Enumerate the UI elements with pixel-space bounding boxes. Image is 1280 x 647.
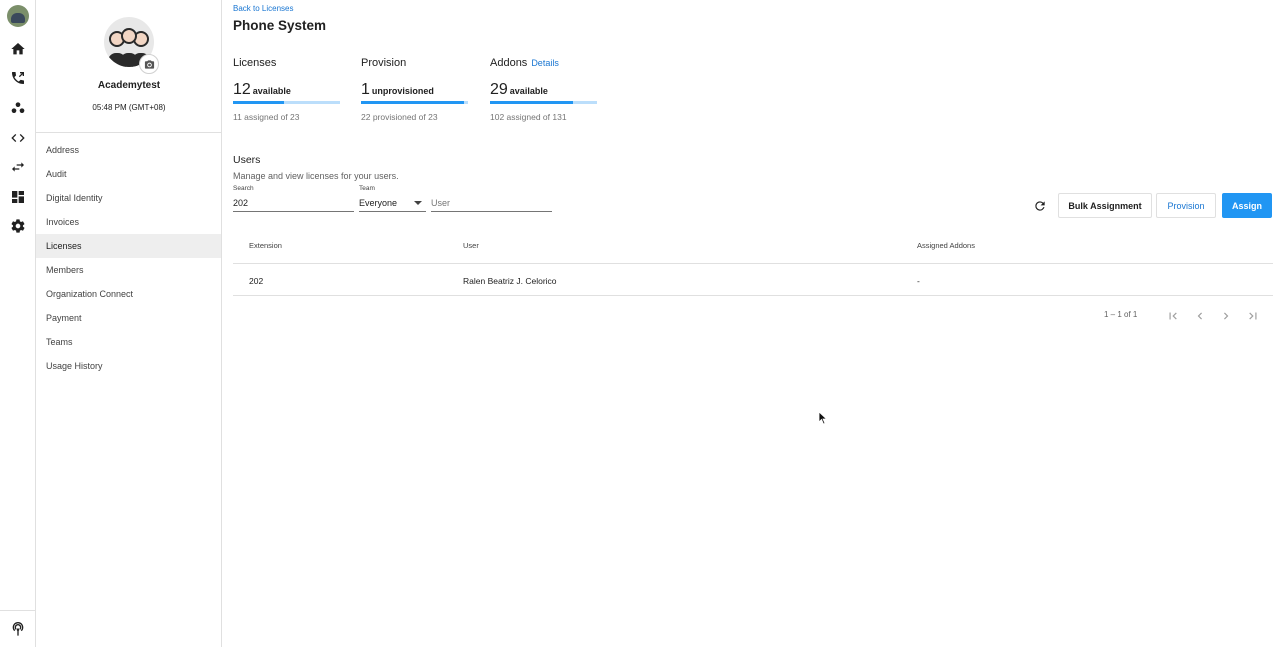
provision-stat: Provision 1 unprovisioned 22 provisioned … [361, 57, 469, 122]
phone-icon[interactable] [9, 69, 27, 87]
provision-progress [361, 101, 468, 104]
dropdown-arrow-icon[interactable] [414, 201, 422, 205]
users-title: Users [233, 154, 261, 166]
menu-item-usage-history[interactable]: Usage History [36, 354, 221, 378]
addons-progress [490, 101, 597, 104]
broadcast-icon[interactable] [9, 620, 27, 638]
menu-item-licenses[interactable]: Licenses [36, 234, 221, 258]
menu-item-address[interactable]: Address [36, 138, 221, 162]
column-header-user[interactable]: User [463, 241, 479, 250]
provision-value: 1 [361, 81, 370, 98]
addons-value: 29 [490, 81, 508, 98]
user-input[interactable]: User [431, 194, 552, 212]
menu-item-teams[interactable]: Teams [36, 330, 221, 354]
assign-button[interactable]: Assign [1222, 193, 1272, 218]
home-icon[interactable] [9, 40, 27, 58]
provision-unit: unprovisioned [371, 86, 434, 96]
team-label: Team [359, 185, 375, 192]
last-page-icon[interactable] [1245, 308, 1261, 324]
licenses-unit: available [252, 86, 291, 96]
team-value: Everyone [359, 198, 398, 208]
navigation-rail [0, 0, 36, 647]
mouse-cursor-icon [818, 411, 828, 425]
people-icon[interactable] [9, 99, 27, 117]
addons-label: Addons [490, 57, 528, 69]
users-description: Manage and view licenses for your users. [233, 171, 399, 181]
user-field[interactable]: User [431, 185, 552, 212]
bulk-assignment-button[interactable]: Bulk Assignment [1058, 193, 1152, 218]
cell-addons: - [917, 276, 920, 286]
cell-user: Ralen Beatriz J. Celorico [463, 276, 557, 286]
licenses-label: Licenses [233, 57, 277, 69]
back-link[interactable]: Back to Licenses [233, 4, 293, 13]
provision-button[interactable]: Provision [1156, 193, 1216, 218]
refresh-icon[interactable] [1032, 198, 1048, 214]
addons-unit: available [509, 86, 548, 96]
column-header-extension[interactable]: Extension [249, 241, 282, 250]
table-row[interactable]: 202 Ralen Beatriz J. Celorico - [233, 264, 1273, 296]
menu-item-digital-identity[interactable]: Digital Identity [36, 186, 221, 210]
provision-sub: 22 provisioned of 23 [361, 112, 438, 122]
addons-stat: Addons Details 29 available 102 assigned o… [490, 57, 598, 122]
organization-panel: Academytest 05:48 PM (GMT+08) Address Au… [36, 0, 222, 647]
cell-extension: 202 [249, 276, 264, 286]
organization-menu: Address Audit Digital Identity Invoices … [36, 138, 221, 378]
dashboard-icon[interactable] [9, 188, 27, 206]
pagination: 1 – 1 of 1 [1093, 306, 1273, 326]
next-page-icon[interactable] [1218, 308, 1234, 324]
previous-page-icon[interactable] [1192, 308, 1208, 324]
user-avatar[interactable] [7, 5, 29, 27]
organization-name: Academytest [97, 80, 161, 91]
main-content: Back to Licenses Phone System Licenses 1… [233, 0, 1273, 647]
menu-item-payment[interactable]: Payment [36, 306, 221, 330]
column-header-assigned-addons[interactable]: Assigned Addons [917, 241, 975, 250]
organization-time: 05:48 PM (GMT+08) [92, 103, 166, 112]
provision-label: Provision [361, 57, 407, 69]
users-table: Extension User Assigned Addons 202 Ralen… [233, 227, 1273, 296]
pagination-range: 1 – 1 of 1 [1104, 310, 1138, 319]
menu-item-organization-connect[interactable]: Organization Connect [36, 282, 221, 306]
licenses-sub: 11 assigned of 23 [233, 112, 300, 122]
licenses-value: 12 [233, 81, 251, 98]
organization-header: Academytest 05:48 PM (GMT+08) [36, 0, 221, 133]
code-icon[interactable] [9, 129, 27, 147]
menu-item-members[interactable]: Members [36, 258, 221, 282]
table-header: Extension User Assigned Addons [233, 227, 1273, 264]
settings-icon[interactable] [9, 217, 27, 235]
addons-sub: 102 assigned of 131 [490, 112, 567, 122]
team-select[interactable]: Team Everyone [359, 185, 426, 212]
licenses-stat: Licenses 12 available 11 assigned of 23 [233, 57, 341, 122]
addons-details-link[interactable]: Details [531, 58, 559, 68]
swap-icon[interactable] [9, 158, 27, 176]
menu-item-invoices[interactable]: Invoices [36, 210, 221, 234]
licenses-progress [233, 101, 340, 104]
first-page-icon[interactable] [1165, 308, 1181, 324]
search-label: Search [233, 185, 254, 192]
page-title: Phone System [233, 18, 327, 33]
search-input[interactable]: 202 [233, 194, 354, 212]
search-field[interactable]: Search 202 [233, 185, 354, 212]
menu-item-audit[interactable]: Audit [36, 162, 221, 186]
camera-icon[interactable] [139, 54, 159, 74]
